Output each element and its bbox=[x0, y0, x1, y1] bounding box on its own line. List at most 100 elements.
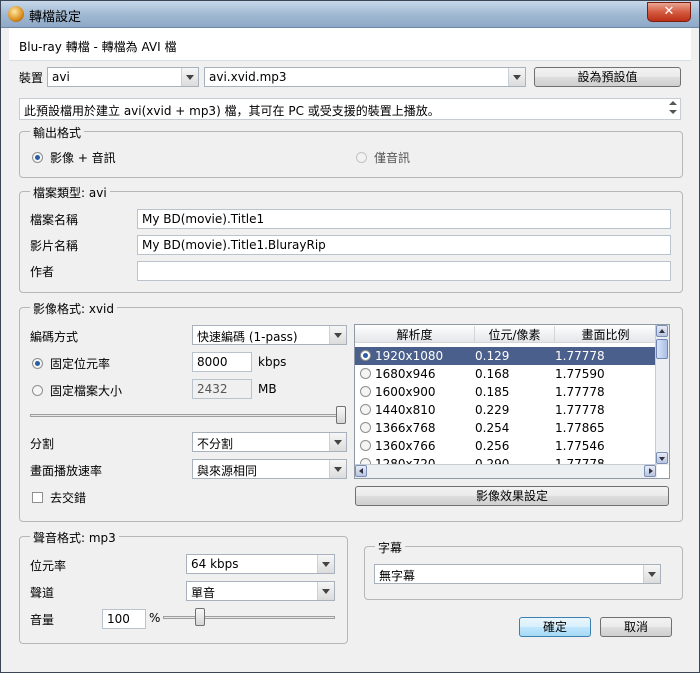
table-row[interactable]: 1920x1080 0.129 1.77778 bbox=[355, 347, 657, 365]
cell-aspect-ratio: 1.77865 bbox=[555, 421, 605, 435]
fixed-bitrate-radio[interactable] bbox=[32, 358, 43, 369]
table-row[interactable]: 1440x810 0.229 1.77778 bbox=[355, 401, 657, 419]
cell-bits-per-pixel: 0.185 bbox=[475, 385, 510, 399]
audio-bitrate-select[interactable]: 64 kbps bbox=[186, 554, 335, 574]
channel-select[interactable]: 單音 bbox=[186, 581, 335, 601]
fps-label: 畫面播放速率 bbox=[30, 464, 103, 478]
video-audio-radio[interactable] bbox=[32, 152, 43, 163]
fixed-size-label[interactable]: 固定檔案大小 bbox=[50, 382, 122, 399]
author-input[interactable] bbox=[137, 261, 671, 281]
video-effects-button[interactable]: 影像效果設定 bbox=[355, 486, 669, 506]
encode-select[interactable]: 快速編碼 (1-pass) bbox=[192, 325, 347, 345]
volume-slider-track[interactable] bbox=[163, 616, 335, 619]
encode-label: 編碼方式 bbox=[30, 330, 79, 344]
file-name-input[interactable]: My BD(movie).Title1 bbox=[137, 209, 671, 229]
fixed-size-radio[interactable] bbox=[32, 385, 43, 396]
movie-name-input[interactable]: My BD(movie).Title1.BlurayRip bbox=[137, 235, 671, 255]
file-name-label: 檔案名稱 bbox=[30, 213, 79, 227]
video-audio-label[interactable]: 影像 + 音訊 bbox=[50, 149, 116, 166]
dialog-header: Blu-ray 轉檔 - 轉檔為 AVI 檔 bbox=[9, 28, 691, 61]
table-vertical-scrollbar[interactable] bbox=[655, 325, 669, 465]
set-default-button[interactable]: 設為預設值 bbox=[534, 67, 681, 87]
column-header-bits-per-pixel[interactable]: 位元/像素 bbox=[475, 326, 555, 342]
cell-bits-per-pixel: 0.254 bbox=[475, 421, 510, 435]
fps-value: 與來源相同 bbox=[197, 464, 258, 478]
channel-label: 聲道 bbox=[30, 586, 55, 600]
dialog-body: Blu-ray 轉檔 - 轉檔為 AVI 檔 裝置 avi avi.xvid.m… bbox=[9, 28, 691, 664]
row-radio[interactable] bbox=[360, 386, 371, 397]
deinterlace-checkbox[interactable] bbox=[32, 492, 43, 503]
row-radio[interactable] bbox=[360, 404, 371, 415]
volume-input[interactable]: 100 bbox=[102, 609, 146, 629]
arrow-left-icon bbox=[359, 468, 363, 474]
profile-select[interactable]: avi.xvid.mp3 bbox=[204, 67, 526, 87]
profile-description: 此預設檔用於建立 avi(xvid + mp3) 檔，其可在 PC 或受支援的裝… bbox=[19, 98, 681, 120]
size-unit: MB bbox=[258, 382, 277, 396]
ok-button[interactable]: 確定 bbox=[519, 617, 591, 637]
audio-only-label[interactable]: 僅音訊 bbox=[374, 149, 410, 166]
chevron-down-icon[interactable] bbox=[329, 326, 346, 344]
deinterlace-label[interactable]: 去交錯 bbox=[50, 489, 86, 506]
arrow-up-icon bbox=[659, 329, 665, 333]
fixed-bitrate-label[interactable]: 固定位元率 bbox=[50, 355, 110, 372]
table-row[interactable]: 1600x900 0.185 1.77778 bbox=[355, 383, 657, 401]
row-radio[interactable] bbox=[360, 350, 371, 361]
app-icon bbox=[8, 6, 24, 22]
arrow-right-icon bbox=[649, 468, 653, 474]
volume-slider-thumb[interactable] bbox=[195, 608, 206, 626]
row-radio[interactable] bbox=[360, 422, 371, 433]
scroll-down-button[interactable] bbox=[656, 452, 668, 464]
cancel-button[interactable]: 取消 bbox=[600, 617, 672, 637]
table-row[interactable]: 1680x946 0.168 1.77590 bbox=[355, 365, 657, 383]
audio-only-radio[interactable] bbox=[356, 152, 367, 163]
volume-label: 音量 bbox=[30, 613, 55, 627]
row-radio[interactable] bbox=[360, 440, 371, 451]
arrow-down-icon[interactable] bbox=[669, 110, 677, 114]
chevron-down-icon[interactable] bbox=[508, 68, 525, 86]
quality-slider-thumb[interactable] bbox=[336, 406, 346, 424]
scroll-right-button[interactable] bbox=[644, 465, 656, 477]
bitrate-unit: kbps bbox=[258, 355, 287, 369]
cell-resolution: 1360x766 bbox=[375, 439, 436, 453]
subtitle-select[interactable]: 無字幕 bbox=[374, 564, 661, 584]
table-horizontal-scrollbar[interactable] bbox=[355, 464, 657, 478]
device-select[interactable]: avi bbox=[47, 67, 199, 87]
chevron-down-icon[interactable] bbox=[643, 565, 660, 583]
split-select[interactable]: 不分割 bbox=[192, 432, 347, 452]
scroll-thumb[interactable] bbox=[656, 339, 668, 359]
cell-aspect-ratio: 1.77778 bbox=[555, 403, 605, 417]
arrow-down-icon bbox=[659, 457, 665, 461]
scroll-left-button[interactable] bbox=[355, 465, 367, 477]
chevron-down-icon[interactable] bbox=[317, 555, 334, 573]
file-type-group: 檔案類型: avi 檔案名稱 My BD(movie).Title1 影片名稱 … bbox=[19, 184, 683, 293]
close-button[interactable]: ✕ bbox=[647, 2, 691, 22]
audio-format-legend: 聲音格式: mp3 bbox=[30, 529, 119, 546]
scroll-up-button[interactable] bbox=[656, 325, 668, 337]
chevron-down-icon[interactable] bbox=[317, 582, 334, 600]
subtitle-legend: 字幕 bbox=[375, 539, 406, 556]
table-row[interactable]: 1360x766 0.256 1.77546 bbox=[355, 437, 657, 455]
quality-slider-track[interactable] bbox=[30, 414, 346, 417]
chevron-down-icon[interactable] bbox=[181, 68, 198, 86]
fps-select[interactable]: 與來源相同 bbox=[192, 459, 347, 479]
window-title: 轉檔設定 bbox=[29, 10, 82, 25]
movie-name-value: My BD(movie).Title1.BlurayRip bbox=[142, 238, 326, 252]
arrow-up-icon[interactable] bbox=[669, 101, 677, 105]
description-spinner[interactable] bbox=[666, 99, 680, 119]
row-radio[interactable] bbox=[360, 368, 371, 379]
table-row[interactable]: 1366x768 0.254 1.77865 bbox=[355, 419, 657, 437]
close-icon: ✕ bbox=[663, 4, 675, 19]
device-label: 裝置 bbox=[19, 71, 44, 85]
title-bar: 轉檔設定 ✕ bbox=[1, 1, 699, 28]
chevron-down-icon[interactable] bbox=[329, 460, 346, 478]
audio-bitrate-value: 64 kbps bbox=[191, 557, 239, 571]
header-text: Blu-ray 轉檔 - 轉檔為 AVI 檔 bbox=[19, 40, 177, 54]
size-input[interactable]: 2432 bbox=[192, 379, 252, 399]
cell-aspect-ratio: 1.77590 bbox=[555, 367, 605, 381]
column-header-aspect-ratio[interactable]: 畫面比例 bbox=[555, 326, 657, 342]
cell-resolution: 1600x900 bbox=[375, 385, 436, 399]
column-header-resolution[interactable]: 解析度 bbox=[355, 326, 475, 342]
chevron-down-icon[interactable] bbox=[329, 433, 346, 451]
subtitle-value: 無字幕 bbox=[379, 569, 416, 583]
bitrate-input[interactable]: 8000 bbox=[192, 352, 252, 372]
